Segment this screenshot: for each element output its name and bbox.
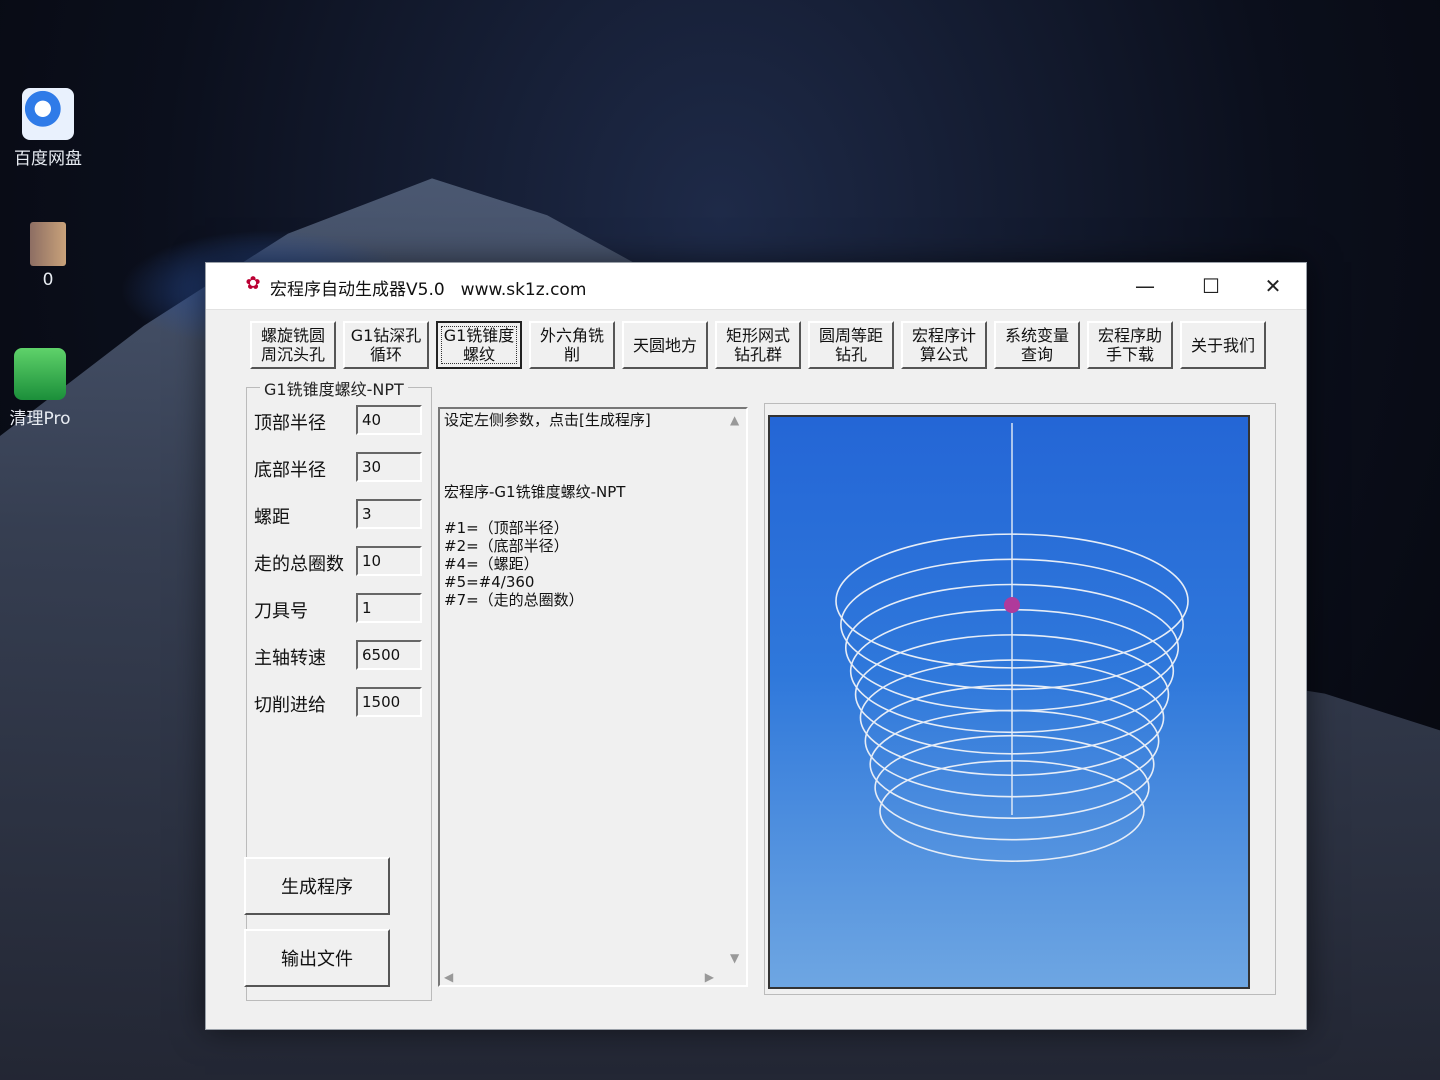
app-window: ✿ 宏程序自动生成器V5.0 www.sk1z.com — ☐ ✕ 螺旋铣圆 周沉…: [205, 262, 1307, 1030]
vertical-scrollbar[interactable]: ▲ ▼: [726, 409, 746, 985]
generate-program-button[interactable]: 生成程序: [244, 857, 390, 915]
param-label-bottom-radius: 底部半径: [254, 460, 326, 481]
param-label-pitch: 螺距: [254, 507, 290, 528]
tab-hexagon-milling[interactable]: 外六角铣 削: [529, 321, 615, 369]
window-title: 宏程序自动生成器V5.0 www.sk1z.com: [270, 275, 586, 300]
pitch-input[interactable]: [356, 499, 422, 529]
tool-marker-icon: [1004, 597, 1020, 613]
program-output-text: 设定左侧参数，点击[生成程序] 宏程序-G1铣锥度螺纹-NPT #1=（顶部半径…: [444, 411, 651, 609]
tab-deep-drill-cycle[interactable]: G1钻深孔 循环: [343, 321, 429, 369]
spindle-speed-input[interactable]: [356, 640, 422, 670]
tab-system-variables[interactable]: 系统变量 查询: [994, 321, 1080, 369]
cleaner-icon: [14, 348, 66, 400]
tab-assistant-download[interactable]: 宏程序助 手下载: [1087, 321, 1173, 369]
scroll-left-icon[interactable]: ◀: [444, 970, 453, 984]
tool-number-input[interactable]: [356, 593, 422, 623]
maximize-button[interactable]: ☐: [1184, 269, 1238, 303]
feed-rate-input[interactable]: [356, 687, 422, 717]
desktop-icon-cleaner[interactable]: 清理Pro: [0, 348, 80, 429]
baidu-netdisk-icon: [22, 88, 74, 140]
top-radius-input[interactable]: [356, 405, 422, 435]
scroll-right-icon[interactable]: ▶: [705, 970, 714, 984]
scroll-down-icon[interactable]: ▼: [730, 951, 739, 965]
turns-input[interactable]: [356, 546, 422, 576]
scroll-up-icon[interactable]: ▲: [730, 413, 739, 427]
tab-bar: 螺旋铣圆 周沉头孔 G1钻深孔 循环 G1铣锥度 螺纹 外六角铣 削 天圆地方 …: [250, 321, 1276, 373]
tab-formula[interactable]: 宏程序计 算公式: [901, 321, 987, 369]
program-output-textarea[interactable]: 设定左侧参数，点击[生成程序] 宏程序-G1铣锥度螺纹-NPT #1=（顶部半径…: [438, 407, 748, 987]
tab-about-us[interactable]: 关于我们: [1180, 321, 1266, 369]
horizontal-scrollbar[interactable]: ◀ ▶: [440, 969, 730, 985]
app-logo-icon: ✿: [245, 273, 261, 294]
helix-toolpath: [835, 423, 1189, 862]
toolpath-preview[interactable]: [768, 415, 1250, 989]
desktop-icon-zero[interactable]: 0: [8, 222, 88, 290]
door-icon: [30, 222, 66, 266]
param-label-feed-rate: 切削进给: [254, 695, 326, 716]
param-label-tool-number: 刀具号: [254, 601, 308, 622]
minimize-button[interactable]: —: [1118, 269, 1172, 303]
desktop-icon-label: 百度网盘: [14, 149, 82, 169]
tab-circular-drilling[interactable]: 圆周等距 钻孔: [808, 321, 894, 369]
desktop-icon-label: 0: [42, 270, 54, 290]
export-file-button[interactable]: 输出文件: [244, 929, 390, 987]
param-label-spindle-speed: 主轴转速: [254, 648, 326, 669]
window-title-text: 宏程序自动生成器V5.0: [270, 280, 445, 300]
param-label-turns: 走的总圈数: [254, 554, 344, 575]
tab-rect-grid-drilling[interactable]: 矩形网式 钻孔群: [715, 321, 801, 369]
desktop-icon-baidu[interactable]: 百度网盘: [8, 88, 88, 169]
params-group-title: G1铣锥度螺纹-NPT: [260, 376, 408, 400]
tab-spiral-counterbore[interactable]: 螺旋铣圆 周沉头孔: [250, 321, 336, 369]
tab-round-to-square[interactable]: 天圆地方: [622, 321, 708, 369]
tab-taper-thread[interactable]: G1铣锥度 螺纹: [436, 321, 522, 369]
close-button[interactable]: ✕: [1246, 269, 1300, 303]
param-label-top-radius: 顶部半径: [254, 413, 326, 434]
window-title-url: www.sk1z.com: [460, 280, 587, 300]
title-bar[interactable]: ✿ 宏程序自动生成器V5.0 www.sk1z.com — ☐ ✕: [206, 263, 1306, 310]
desktop-icon-label: 清理Pro: [9, 409, 71, 429]
bottom-radius-input[interactable]: [356, 452, 422, 482]
